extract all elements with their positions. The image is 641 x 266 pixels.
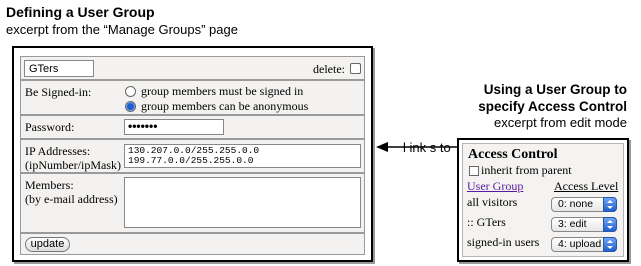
left-caption-subtitle: excerpt from the “Manage Groups” page [6,22,238,37]
update-button[interactable]: update [25,237,70,252]
access-control-panel: Access Control inherit from parent User … [457,138,629,262]
members-label-line1: Members: [25,178,74,192]
members-label-line2: (by e-mail address) [25,192,118,206]
ip-value-2: 199.77.0.0/255.255.0.0 [128,155,254,166]
right-caption-subtitle: excerpt from edit mode [494,115,627,130]
ip-label-line1: IP Addresses: [25,144,91,158]
group-name-input[interactable]: GTers [24,60,94,77]
access-control-title: Access Control [468,147,558,162]
group-name-row: GTers delete: [20,56,365,80]
ip-label-line2: (ipNumber/ipMask) [25,158,121,172]
access-level-value: 3: edit [558,218,587,230]
delete-label: delete: [313,62,345,76]
radio-anonymous-label: group members can be anonymous [141,99,309,113]
ip-row: IP Addresses: (ipNumber/ipMask) 130.207.… [20,139,365,173]
right-caption: Using a User Group to specify Access Con… [387,81,627,131]
select-arrows-icon [603,237,617,252]
access-level-value: 4: upload [558,238,602,250]
row-label-signed-in-users: signed-in users [467,235,540,249]
radio-anonymous[interactable] [125,101,136,112]
update-row: update [20,233,365,255]
access-level-header: Access Level [554,179,619,193]
right-caption-title-line1: Using a User Group to [483,82,627,97]
members-label: Members: (by e-mail address) [25,178,118,206]
members-row: Members: (by e-mail address) [20,173,365,233]
members-textarea[interactable] [124,177,361,228]
signed-in-label: Be Signed-in: [25,85,92,99]
access-level-value: 0: none [558,198,594,210]
user-group-link[interactable]: User Group [467,179,523,194]
ip-textarea[interactable]: 130.207.0.0/255.255.0.0 199.77.0.0/255.2… [124,144,361,168]
radio-must-sign-in-label: group members must be signed in [141,84,304,98]
select-arrows-icon [603,217,617,232]
password-input[interactable]: ••••••• [124,119,224,135]
access-control-inner: Access Control inherit from parent User … [462,143,624,257]
delete-checkbox[interactable] [350,63,361,74]
arrow-left-icon [376,142,460,152]
row-label-gters: :: GTers [467,215,506,229]
access-level-select-gters[interactable]: 3: edit [551,217,617,232]
access-level-select-all-visitors[interactable]: 0: none [551,197,617,212]
signed-in-row: Be Signed-in: group members must be sign… [20,80,365,115]
select-arrows-icon [603,197,617,212]
left-caption-title: Defining a User Group [6,4,155,20]
row-label-all-visitors: all visitors [467,195,518,209]
password-row: Password: ••••••• [20,115,365,139]
access-level-select-signed-in-users[interactable]: 4: upload [551,237,617,252]
inherit-checkbox[interactable] [469,166,479,176]
radio-must-sign-in[interactable] [125,86,136,97]
inherit-label: inherit from parent [481,163,572,177]
manage-groups-panel: GTers delete: Be Signed-in: group member… [12,46,373,262]
right-caption-title-line2: specify Access Control [478,99,627,114]
password-label: Password: [25,120,75,134]
ip-label: IP Addresses: (ipNumber/ipMask) [25,144,121,172]
